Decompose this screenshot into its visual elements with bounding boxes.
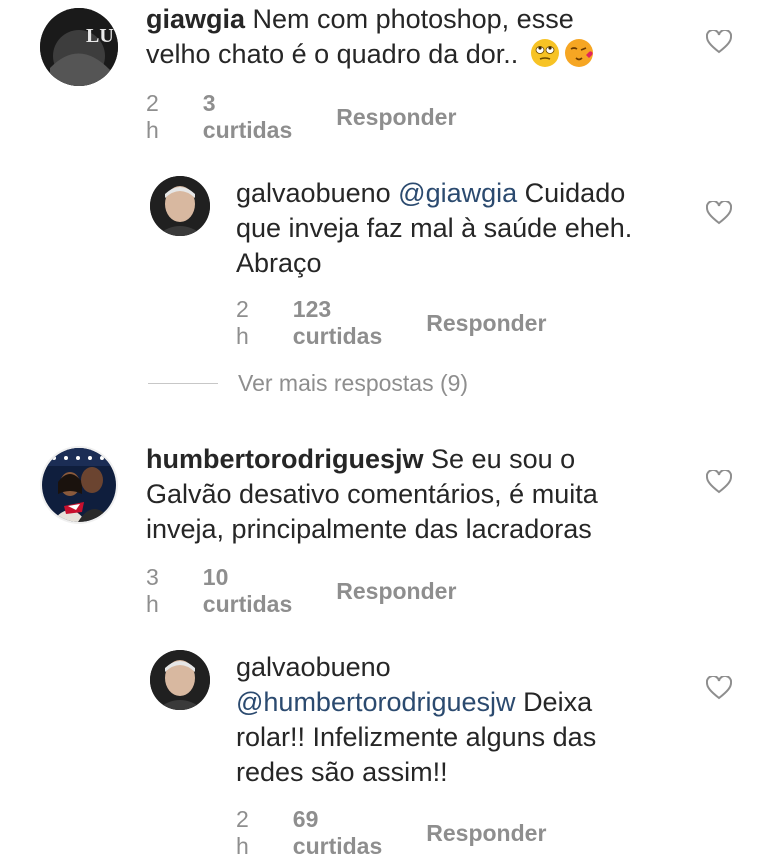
comment-body: Deixa bbox=[523, 687, 593, 717]
comment-meta: 2 h 69 curtidas Responder bbox=[236, 806, 546, 860]
avatar[interactable]: LU bbox=[40, 8, 118, 86]
comment-body-line2: Galvão desativo comentários, é muita bbox=[146, 479, 598, 509]
username[interactable]: galvaobueno bbox=[236, 178, 391, 208]
divider-line bbox=[148, 383, 218, 384]
comment-text: galvaobueno @humbertorodriguesjw Deixa r… bbox=[236, 650, 696, 790]
mention-link[interactable]: @giawgia bbox=[398, 178, 517, 208]
likes-count[interactable]: 3 curtidas bbox=[203, 90, 292, 144]
comment-body-line2: velho chato é o quadro da dor.. bbox=[146, 39, 519, 69]
comment-body-line3: inveja, principalmente das lacradoras bbox=[146, 514, 592, 544]
avatar-image bbox=[150, 650, 210, 710]
avatar[interactable] bbox=[40, 446, 118, 524]
comment-body: Cuidado bbox=[524, 178, 626, 208]
comment-text: humbertorodriguesjw Se eu sou o Galvão d… bbox=[146, 442, 706, 547]
comment-meta: 3 h 10 curtidas Responder bbox=[146, 564, 456, 618]
comment-body-line3: redes são assim!! bbox=[236, 757, 448, 787]
timestamp: 2 h bbox=[146, 90, 159, 143]
comment-body-line2: que inveja faz mal à saúde eheh. bbox=[236, 213, 633, 243]
face-blowing-kiss-emoji bbox=[564, 38, 594, 68]
username[interactable]: giawgia bbox=[146, 4, 245, 34]
timestamp: 3 h bbox=[146, 564, 159, 617]
heart-icon[interactable] bbox=[706, 30, 732, 54]
username[interactable]: galvaobueno bbox=[236, 652, 391, 682]
avatar[interactable] bbox=[150, 176, 210, 236]
comment-body: Nem com photoshop, esse bbox=[252, 4, 574, 34]
heart-icon[interactable] bbox=[706, 201, 732, 225]
likes-count[interactable]: 69 curtidas bbox=[293, 806, 382, 860]
avatar-image bbox=[42, 448, 116, 522]
likes-count[interactable]: 123 curtidas bbox=[293, 296, 382, 350]
avatar-image: LU bbox=[40, 8, 118, 86]
comment-body-line3: Abraço bbox=[236, 248, 322, 278]
face-rolling-eyes-emoji bbox=[530, 38, 560, 68]
avatar[interactable] bbox=[150, 650, 210, 710]
reply-button[interactable]: Responder bbox=[336, 104, 456, 131]
comment-meta: 2 h 3 curtidas Responder bbox=[146, 90, 456, 144]
reply-button[interactable]: Responder bbox=[336, 578, 456, 605]
comment-body: Se eu sou o bbox=[431, 444, 576, 474]
comment-meta: 2 h 123 curtidas Responder bbox=[236, 296, 546, 350]
username[interactable]: humbertorodriguesjw bbox=[146, 444, 424, 474]
reply-button[interactable]: Responder bbox=[426, 820, 546, 847]
view-more-replies-label: Ver mais respostas (9) bbox=[238, 370, 469, 396]
timestamp: 2 h bbox=[236, 806, 249, 859]
heart-icon[interactable] bbox=[706, 676, 732, 700]
comment-text: giawgia Nem com photoshop, esse velho ch… bbox=[146, 2, 706, 72]
view-more-replies-button[interactable]: Ver mais respostas (9) bbox=[148, 370, 468, 397]
likes-count[interactable]: 10 curtidas bbox=[203, 564, 292, 618]
comment-body-line2: rolar!! Infelizmente alguns das bbox=[236, 722, 597, 752]
heart-icon[interactable] bbox=[706, 470, 732, 494]
avatar-logo-text: LU bbox=[86, 25, 114, 47]
timestamp: 2 h bbox=[236, 296, 249, 349]
avatar-image bbox=[150, 176, 210, 236]
comment-text: galvaobueno @giawgia Cuidado que inveja … bbox=[236, 176, 696, 281]
reply-button[interactable]: Responder bbox=[426, 310, 546, 337]
mention-link[interactable]: @humbertorodriguesjw bbox=[236, 687, 516, 717]
